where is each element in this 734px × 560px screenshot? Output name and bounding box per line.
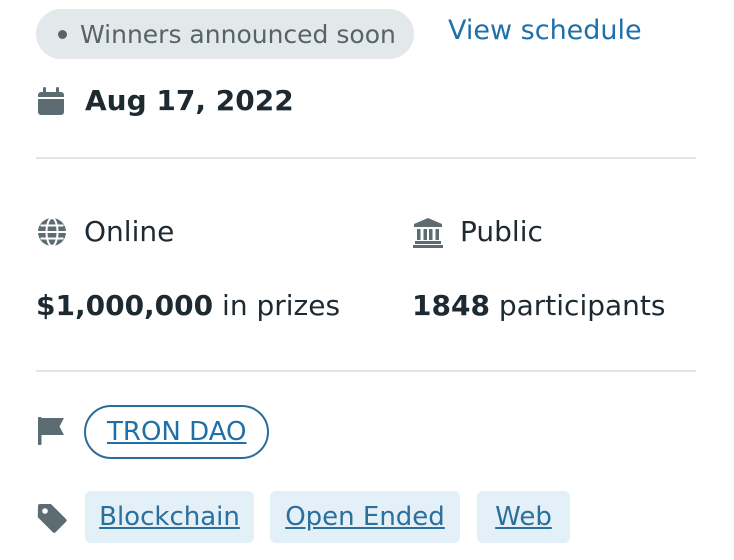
prize-suffix: in prizes bbox=[222, 289, 341, 322]
submission-date: Aug 17, 2022 bbox=[85, 84, 294, 117]
prize-amount: $1,000,000 in prizes bbox=[36, 289, 340, 322]
globe-icon bbox=[38, 216, 66, 247]
calendar-icon bbox=[38, 86, 64, 115]
institution-icon bbox=[413, 217, 443, 248]
tag-web[interactable]: Web bbox=[477, 491, 570, 543]
participant-value: 1848 bbox=[412, 289, 490, 322]
status-dot bbox=[58, 29, 67, 39]
location-row: Online bbox=[36, 215, 174, 248]
visibility-label: Public bbox=[460, 215, 543, 248]
participant-suffix: participants bbox=[498, 289, 666, 322]
organizer-badge[interactable]: TRON DAO bbox=[84, 405, 270, 459]
tag-icon bbox=[37, 504, 67, 533]
tag-open-ended[interactable]: Open Ended bbox=[270, 491, 460, 543]
date-row: Aug 17, 2022 bbox=[36, 84, 294, 117]
location-label: Online bbox=[84, 215, 175, 248]
prize-value: $1,000,000 bbox=[36, 289, 214, 322]
status-label: Winners announced soon bbox=[80, 19, 396, 49]
participant-count: 1848 participants bbox=[412, 289, 665, 322]
status-badge: Winners announced soon bbox=[36, 9, 414, 59]
visibility-row: Public bbox=[412, 215, 543, 248]
divider bbox=[36, 157, 696, 159]
flag-icon bbox=[38, 417, 64, 445]
tag-blockchain[interactable]: Blockchain bbox=[85, 491, 254, 543]
divider bbox=[36, 370, 696, 372]
view-schedule-link[interactable]: View schedule bbox=[448, 15, 642, 46]
